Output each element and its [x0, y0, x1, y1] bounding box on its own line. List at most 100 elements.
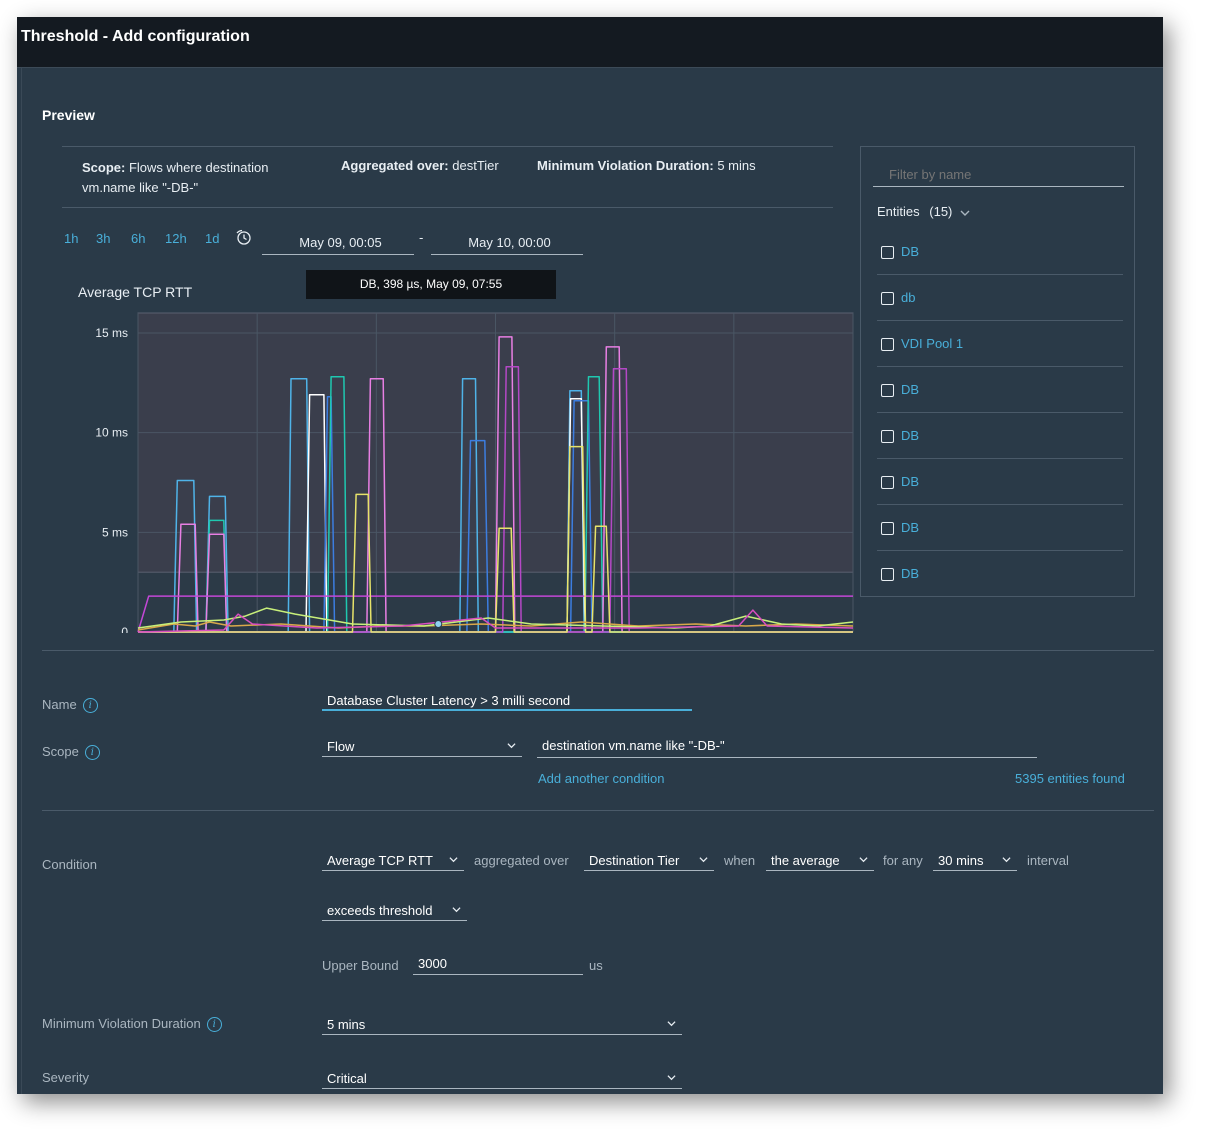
min-violation-label: Minimum Violation Duration i	[42, 1016, 222, 1033]
info-icon[interactable]: i	[84, 745, 100, 761]
chevron-down-icon	[452, 907, 461, 913]
name-label: Name i	[42, 697, 98, 714]
summary-aggregated-label: Aggregated over:	[341, 158, 449, 173]
summary-min-violation: Minimum Violation Duration: 5 mins	[537, 158, 756, 173]
info-icon[interactable]: i	[82, 698, 98, 714]
chevron-down-icon	[699, 857, 708, 863]
entity-row[interactable]: VDI Pool 1	[877, 321, 1123, 367]
entity-checkbox[interactable]	[881, 476, 894, 489]
metric-value: Average TCP RTT	[327, 853, 433, 868]
chevron-down-icon	[667, 1075, 676, 1081]
entity-checkbox[interactable]	[881, 430, 894, 443]
threshold-type-select[interactable]: exceeds threshold	[322, 901, 467, 921]
summary-scope-value-1: Flows where destination	[128, 160, 269, 175]
entity-checkbox[interactable]	[881, 384, 894, 397]
scope-label-text: Scope	[42, 744, 79, 759]
time-range-1d[interactable]: 1d	[205, 231, 219, 246]
preview-form-divider	[42, 650, 1154, 651]
entity-checkbox[interactable]	[881, 522, 894, 535]
clock-history-icon[interactable]	[235, 229, 251, 245]
chart-y-tick-label: 15 ms	[95, 326, 128, 340]
entity-label[interactable]: DB	[901, 382, 919, 397]
average-select[interactable]: the average	[766, 851, 874, 871]
time-range-1h[interactable]: 1h	[64, 231, 78, 246]
entity-label[interactable]: VDI Pool 1	[901, 336, 963, 351]
info-icon[interactable]: i	[206, 1017, 222, 1033]
summary-min-violation-label: Minimum Violation Duration:	[537, 158, 714, 173]
entity-label[interactable]: DB	[901, 474, 919, 489]
threshold-dialog: Threshold - Add configuration Preview Sc…	[17, 17, 1163, 1094]
chevron-down-icon	[859, 857, 868, 863]
entity-row[interactable]: DB	[877, 551, 1123, 597]
summary-top-divider	[62, 146, 833, 147]
latency-chart: 0 5 ms 10 ms 15 ms	[68, 293, 858, 639]
severity-label: Severity	[42, 1070, 89, 1085]
upper-bound-input[interactable]: 3000	[413, 953, 583, 975]
min-violation-value: 5 mins	[327, 1017, 366, 1032]
entity-row[interactable]: DB	[877, 413, 1123, 459]
interval-value: 30 mins	[938, 853, 984, 868]
summary-bottom-divider	[62, 207, 833, 208]
entity-filter-input[interactable]	[873, 165, 1124, 182]
entities-count: (15)	[929, 204, 953, 219]
scope-type-select[interactable]: Flow	[322, 737, 522, 757]
upper-bound-label: Upper Bound	[322, 958, 399, 973]
from-date-input[interactable]: May 09, 00:05	[262, 232, 414, 255]
tier-value: Destination Tier	[589, 853, 680, 868]
entity-label[interactable]: DB	[901, 428, 919, 443]
entity-checkbox[interactable]	[881, 292, 894, 305]
entity-row[interactable]: DB	[877, 505, 1123, 551]
threshold-type-value: exceeds threshold	[327, 903, 433, 918]
entity-checkbox[interactable]	[881, 338, 894, 351]
severity-select[interactable]: Critical	[322, 1069, 682, 1089]
entity-label[interactable]: DB	[901, 520, 919, 535]
summary-aggregated: Aggregated over: destTier	[341, 158, 499, 173]
latency-chart-svg: 0 5 ms 10 ms 15 ms	[95, 312, 854, 639]
time-range-6h[interactable]: 6h	[131, 231, 145, 246]
chart-y-tick-label: 5 ms	[102, 525, 128, 539]
entity-row[interactable]: DB	[877, 229, 1123, 275]
interval-select[interactable]: 30 mins	[933, 851, 1017, 871]
entity-label[interactable]: db	[901, 290, 915, 305]
scope-condition-input[interactable]: destination vm.name like "-DB-"	[537, 735, 1037, 758]
name-input[interactable]: Database Cluster Latency > 3 milli secon…	[322, 690, 692, 711]
metric-select[interactable]: Average TCP RTT	[322, 851, 464, 871]
chart-y-tick-label: 10 ms	[95, 426, 128, 440]
entity-row[interactable]: DB	[877, 367, 1123, 413]
scope-condition-divider	[42, 810, 1154, 811]
entity-row[interactable]: db	[877, 275, 1123, 321]
interval-text: interval	[1027, 853, 1069, 868]
entity-checkbox[interactable]	[881, 246, 894, 259]
scope-type-value: Flow	[327, 739, 355, 754]
time-range-3h[interactable]: 3h	[96, 231, 110, 246]
upper-bound-unit: us	[589, 958, 603, 973]
name-label-text: Name	[42, 697, 77, 712]
entity-label[interactable]: DB	[901, 566, 919, 581]
time-range-12h[interactable]: 12h	[165, 231, 187, 246]
entities-header-label: Entities	[877, 204, 920, 219]
when-text: when	[724, 853, 756, 868]
aggregated-over-text: aggregated over	[474, 853, 569, 868]
entities-panel: Entities (15) DB db VDI Pool 1 DB DB DB DB DB	[860, 146, 1135, 597]
to-date-input[interactable]: May 10, 00:00	[431, 232, 583, 255]
entity-filter-wrap	[873, 165, 1124, 187]
date-range-separator: -	[419, 230, 424, 245]
preview-title: Preview	[42, 107, 95, 123]
summary-scope-value-2: vm.name like "-DB-"	[82, 180, 199, 195]
summary-scope: Scope: Flows where destination vm.name l…	[82, 158, 302, 198]
dialog-titlebar: Threshold - Add configuration	[17, 17, 1163, 68]
entities-found-link[interactable]: 5395 entities found	[1015, 771, 1125, 786]
chevron-down-icon	[449, 857, 458, 863]
entity-label[interactable]: DB	[901, 244, 919, 259]
entity-row[interactable]: DB	[877, 459, 1123, 505]
average-value: the average	[771, 853, 840, 868]
summary-aggregated-value: destTier	[452, 158, 499, 173]
tier-select[interactable]: Destination Tier	[584, 851, 714, 871]
scope-label: Scope i	[42, 744, 100, 761]
entity-checkbox[interactable]	[881, 568, 894, 581]
add-condition-link[interactable]: Add another condition	[538, 771, 664, 786]
entities-header[interactable]: Entities (15)	[877, 204, 970, 219]
severity-value: Critical	[327, 1071, 367, 1086]
min-violation-select[interactable]: 5 mins	[322, 1015, 682, 1035]
dialog-body: Preview Scope: Flows where destination v…	[21, 68, 1163, 1094]
